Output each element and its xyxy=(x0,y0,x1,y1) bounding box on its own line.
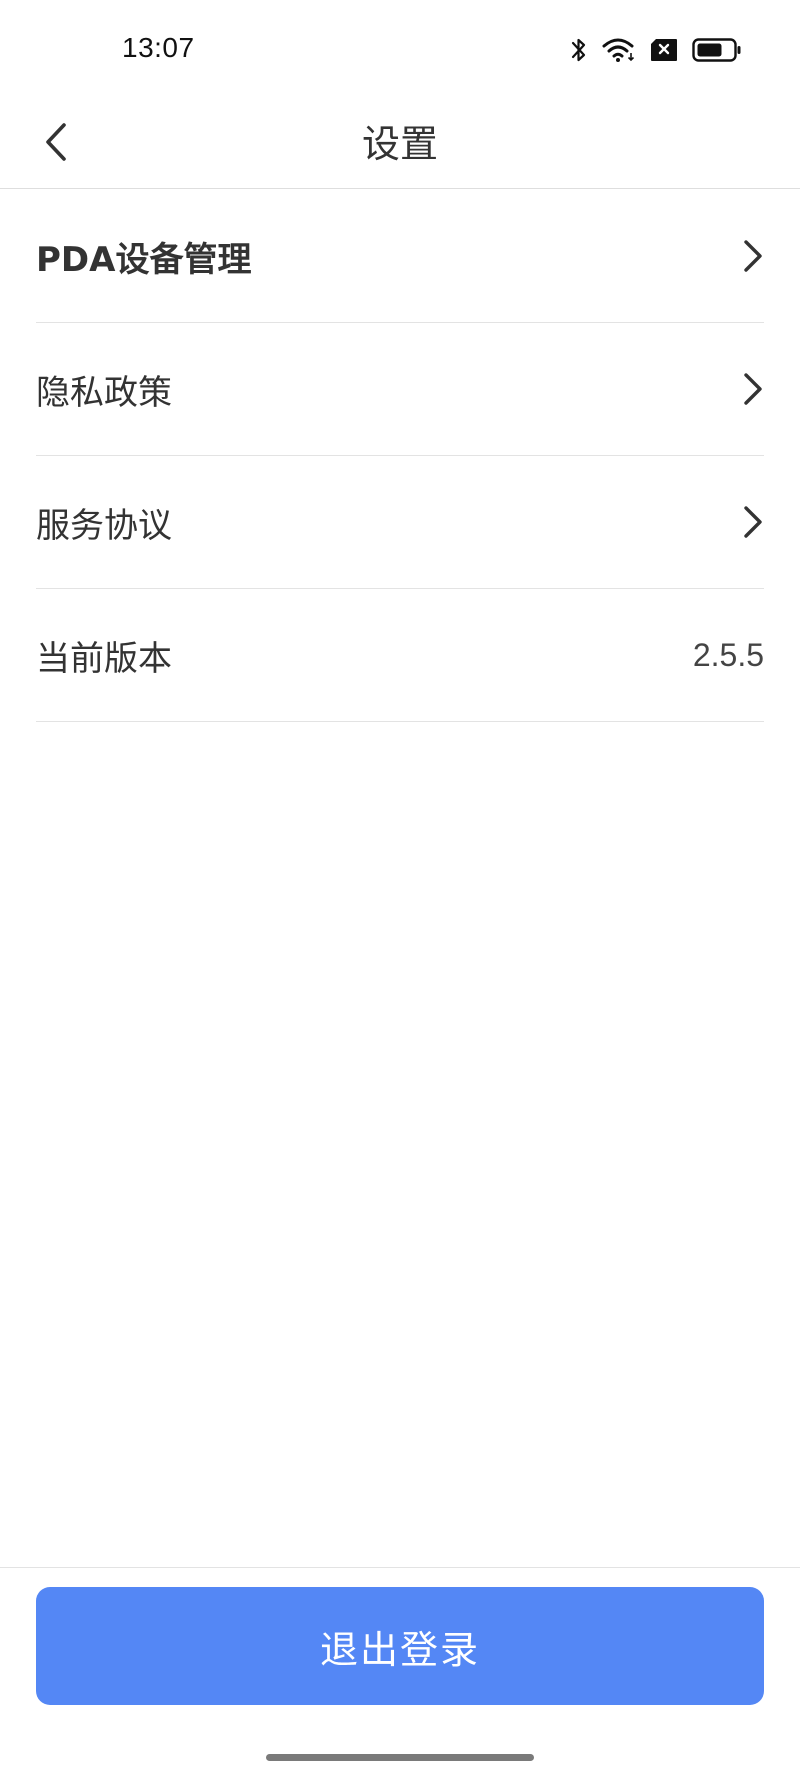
version-value: 2.5.5 xyxy=(692,636,764,673)
menu-item-current-version: 当前版本 2.5.5 xyxy=(36,589,764,722)
menu-item-pda-device-management[interactable]: PDA设备管理 xyxy=(36,190,764,323)
logout-button[interactable]: 退出登录 xyxy=(36,1587,764,1705)
bottom-divider xyxy=(0,1567,800,1568)
menu-item-service-agreement[interactable]: 服务协议 xyxy=(36,456,764,589)
nav-bar: 设置 xyxy=(0,100,800,189)
menu-item-label: 当前版本 xyxy=(36,638,172,679)
home-indicator[interactable] xyxy=(266,1754,534,1761)
bluetooth-icon xyxy=(570,36,588,64)
chevron-right-icon xyxy=(736,236,764,276)
status-icons xyxy=(570,34,742,66)
battery-icon xyxy=(692,38,742,62)
menu-item-label: 服务协议 xyxy=(36,505,172,546)
chevron-right-icon xyxy=(736,369,764,409)
page-title: 设置 xyxy=(361,122,438,166)
chevron-right-icon xyxy=(736,502,764,542)
status-bar: 13:07 xyxy=(0,0,800,100)
sim-blocked-icon xyxy=(650,38,678,62)
status-time: 13:07 xyxy=(122,32,195,63)
menu-item-label: 隐私政策 xyxy=(36,372,172,413)
settings-list: PDA设备管理 隐私政策 服务协议 当前版本 2.5.5 xyxy=(36,190,764,722)
wifi-icon xyxy=(602,37,636,63)
menu-item-label: PDA设备管理 xyxy=(36,239,252,280)
menu-item-privacy-policy[interactable]: 隐私政策 xyxy=(36,323,764,456)
